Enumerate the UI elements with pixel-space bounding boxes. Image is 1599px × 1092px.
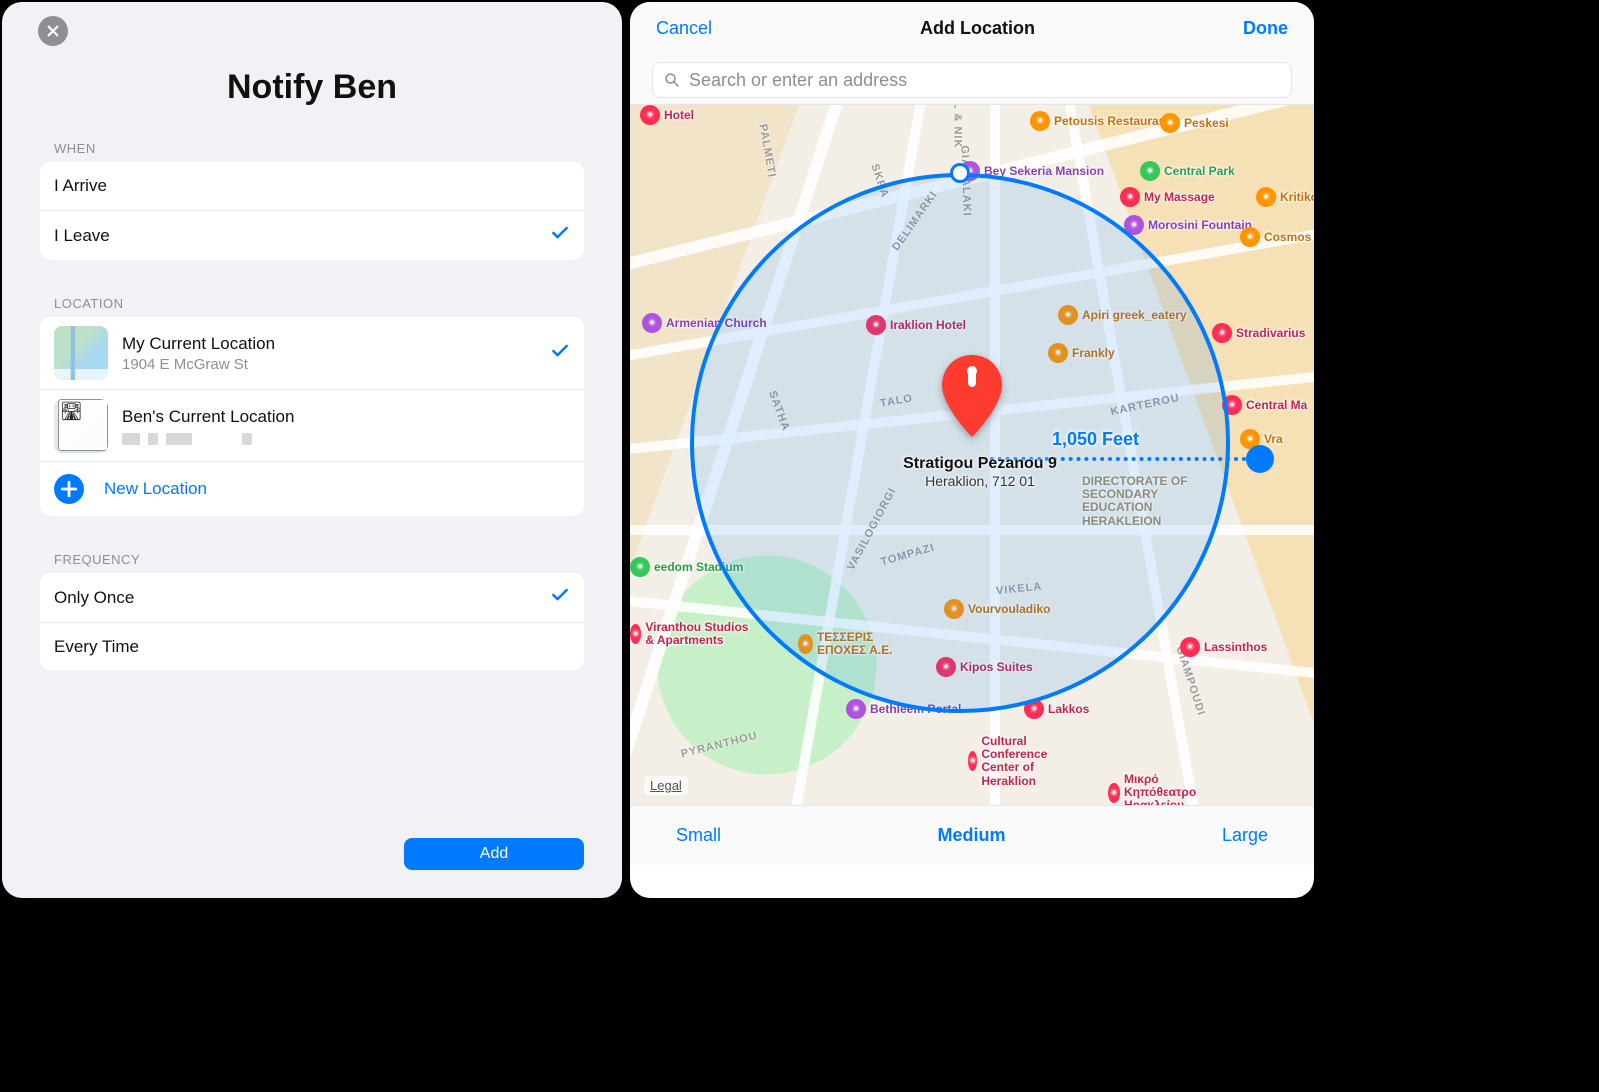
close-icon bbox=[46, 24, 60, 38]
poi-label[interactable]: •Kritiko bbox=[1256, 187, 1314, 207]
check-icon bbox=[550, 585, 570, 610]
poi-label[interactable]: •Cosmos bbox=[1240, 227, 1311, 247]
map[interactable]: PALMETISKRADELIMARKIYL & NIKGIAMALAKISAT… bbox=[630, 105, 1314, 805]
section-label-location: LOCATION bbox=[2, 286, 622, 317]
poi-label[interactable]: •Viranthou Studios & Apartments bbox=[630, 621, 750, 647]
poi-label[interactable]: •My Massage bbox=[1120, 187, 1215, 207]
poi-icon: • bbox=[1140, 161, 1160, 181]
topbar: Cancel Add Location Done bbox=[630, 2, 1314, 54]
street-label: PALMETI bbox=[757, 123, 778, 179]
street-label: YL & NIK bbox=[951, 105, 963, 148]
poi-icon: • bbox=[968, 751, 977, 771]
panel-title: Add Location bbox=[920, 18, 1035, 39]
when-option-arrive[interactable]: I Arrive ✓ bbox=[40, 162, 584, 210]
section-label-frequency: FREQUENCY bbox=[2, 542, 622, 573]
check-icon bbox=[550, 223, 570, 248]
poi-icon: • bbox=[1108, 783, 1120, 803]
add-location-panel: Cancel Add Location Done PALMETISKRADELI… bbox=[630, 2, 1314, 898]
poi-icon: • bbox=[642, 313, 662, 333]
legal-link[interactable]: Legal bbox=[644, 776, 688, 795]
frequency-card: Only Once Every Time ✓ bbox=[40, 573, 584, 670]
search-icon bbox=[663, 71, 681, 89]
search-input[interactable] bbox=[689, 70, 1281, 91]
poi-icon: • bbox=[1180, 637, 1200, 657]
radius-handle[interactable] bbox=[1246, 445, 1274, 473]
panel-title: Notify Ben bbox=[2, 68, 622, 107]
poi-label[interactable]: •Central Ma bbox=[1222, 395, 1307, 415]
done-button[interactable]: Done bbox=[1243, 18, 1288, 39]
poi-icon: • bbox=[1212, 323, 1232, 343]
location-item-ben-current[interactable]: Ben's Current Location ✓ bbox=[40, 389, 584, 461]
street-label: PYRANTHOU bbox=[680, 730, 759, 761]
search-field[interactable] bbox=[652, 62, 1292, 98]
poi-icon: • bbox=[1240, 227, 1260, 247]
location-card: My Current Location 1904 E McGraw St Ben… bbox=[40, 317, 584, 516]
poi-label[interactable]: •Peskesi bbox=[1160, 113, 1229, 133]
frequency-option-once[interactable]: Only Once bbox=[40, 573, 584, 622]
size-large[interactable]: Large bbox=[1222, 825, 1268, 846]
poi-label[interactable]: •Central Park bbox=[1140, 161, 1235, 181]
poi-label[interactable]: •Stradivarius bbox=[1212, 323, 1305, 343]
notify-panel: Notify Ben WHEN I Arrive ✓ I Leave LOCAT… bbox=[2, 2, 622, 898]
cancel-button[interactable]: Cancel bbox=[656, 18, 712, 39]
section-label-when: WHEN bbox=[2, 131, 622, 162]
pin-address: Stratigou Pezanou 9 Heraklion, 712 01 bbox=[870, 455, 1090, 489]
when-card: I Arrive ✓ I Leave bbox=[40, 162, 584, 260]
size-medium[interactable]: Medium bbox=[937, 825, 1005, 846]
map-thumbnail-icon bbox=[54, 326, 108, 380]
redacted-address bbox=[122, 433, 252, 445]
poi-icon: • bbox=[630, 624, 641, 644]
poi-label[interactable]: •Hotel bbox=[640, 105, 694, 125]
poi-label[interactable]: •Lassinthos bbox=[1180, 637, 1267, 657]
poi-icon: • bbox=[640, 105, 660, 125]
add-button[interactable]: Add bbox=[404, 838, 584, 870]
poi-icon: • bbox=[1030, 111, 1050, 131]
poi-label[interactable]: •Petousis Restaurant bbox=[1030, 111, 1170, 131]
poi-icon: • bbox=[1120, 187, 1140, 207]
poi-label[interactable]: •Cultural Conference Center of Heraklion bbox=[968, 735, 1088, 788]
new-location-button[interactable]: New Location bbox=[40, 461, 584, 516]
size-small[interactable]: Small bbox=[676, 825, 721, 846]
poi-icon: • bbox=[1256, 187, 1276, 207]
plus-icon bbox=[54, 474, 84, 504]
poi-label[interactable]: •Μικρό Κηπόθεατρο Ηρακλείου bbox=[1108, 773, 1228, 805]
poi-icon: • bbox=[1160, 113, 1180, 133]
when-option-leave[interactable]: I Leave bbox=[40, 210, 584, 260]
poi-icon: • bbox=[630, 557, 650, 577]
frequency-option-every[interactable]: Every Time ✓ bbox=[40, 622, 584, 670]
poi-label[interactable]: •Morosini Fountain bbox=[1124, 215, 1252, 235]
check-icon bbox=[550, 341, 570, 366]
radius-label: 1,050 Feet bbox=[1052, 429, 1139, 450]
location-item-my-current[interactable]: My Current Location 1904 E McGraw St bbox=[40, 317, 584, 389]
close-button[interactable] bbox=[38, 16, 68, 46]
geofence-top-handle[interactable] bbox=[950, 163, 970, 183]
map-thumbnail-icon bbox=[54, 399, 108, 453]
poi-icon: • bbox=[846, 699, 866, 719]
size-bar: Small Medium Large bbox=[630, 805, 1314, 865]
map-pin-icon[interactable] bbox=[934, 349, 1010, 443]
